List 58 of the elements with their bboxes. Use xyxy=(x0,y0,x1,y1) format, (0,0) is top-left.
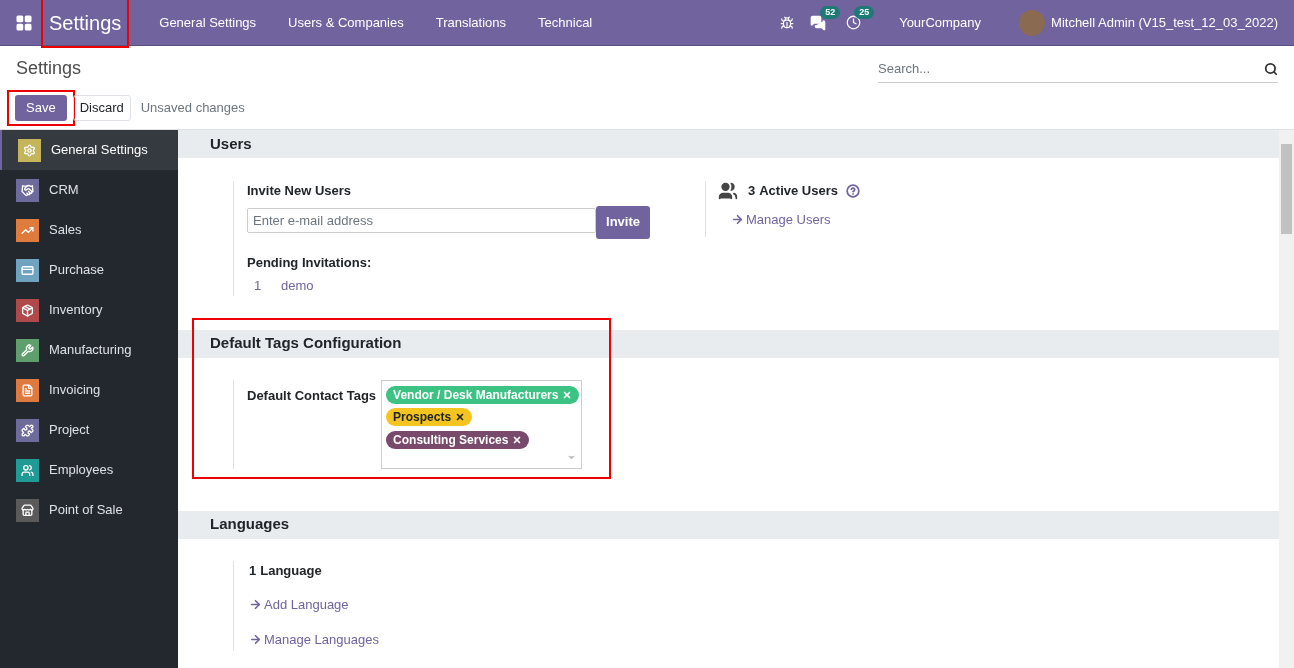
sidebar-item[interactable]: CRM xyxy=(0,170,178,210)
navbar-menu-item[interactable]: Translations xyxy=(419,12,523,33)
search-icon[interactable] xyxy=(1264,62,1278,76)
tag-chip: Vendor / Desk Manufacturers xyxy=(386,385,580,404)
language-label: Language xyxy=(260,561,322,580)
field-label: Pending Invitations: xyxy=(247,253,373,272)
save-button[interactable]: Save xyxy=(15,95,67,121)
invitation-count: 1 xyxy=(254,277,263,295)
search-field[interactable]: Search... xyxy=(878,55,1278,83)
scrollbar[interactable] xyxy=(1279,130,1294,668)
sidebar-item[interactable]: Project xyxy=(0,410,178,450)
arrow-right-icon xyxy=(249,598,262,612)
language-count: 1 xyxy=(249,561,257,580)
activities-count-badge: 25 xyxy=(854,6,875,19)
section-title: Default Tags Configuration xyxy=(210,333,402,354)
section-title: Users xyxy=(210,133,252,154)
language-link[interactable]: Add Language xyxy=(249,595,349,615)
email-input[interactable]: Enter e-mail address xyxy=(247,207,596,233)
manage-users-link[interactable]: Manage Users xyxy=(731,210,860,230)
sidebar-item[interactable]: Inventory xyxy=(0,290,178,330)
arrow-right-icon xyxy=(731,213,744,227)
section-title: Languages xyxy=(210,514,290,535)
sidebar-item[interactable]: Sales xyxy=(0,210,178,250)
navbar-menu-item[interactable]: Technical xyxy=(522,12,609,33)
page-title: Settings xyxy=(16,56,82,80)
sidebar-item[interactable]: Employees xyxy=(0,450,178,490)
arrow-right-icon xyxy=(249,632,262,646)
invite-button[interactable]: Invite xyxy=(596,205,650,239)
messages-icon[interactable] xyxy=(810,14,827,31)
discard-button[interactable]: Discard xyxy=(72,95,131,121)
unsaved-status: Unsaved changes xyxy=(140,99,245,118)
sidebar-item[interactable]: General Settings xyxy=(0,130,178,170)
help-icon[interactable] xyxy=(846,184,860,198)
company-switcher[interactable]: YourCompany xyxy=(899,12,982,33)
tag-chip: Prospects xyxy=(386,408,473,426)
navbar-menu-item[interactable]: Users & Companies xyxy=(272,12,420,33)
language-link[interactable]: Manage Languages xyxy=(249,629,379,649)
active-users-count: 3 xyxy=(748,182,756,201)
remove-tag-icon[interactable] xyxy=(455,412,466,422)
field-label: Default Contact Tags xyxy=(247,386,377,405)
active-users-label: Active Users xyxy=(759,182,838,201)
users-icon xyxy=(718,181,738,201)
sidebar-item[interactable]: Manufacturing xyxy=(0,330,178,370)
tag-chip: Consulting Services xyxy=(386,430,530,449)
sidebar-item[interactable]: Purchase xyxy=(0,250,178,290)
invitation-link[interactable]: demo xyxy=(281,276,314,296)
brand-title[interactable]: Settings xyxy=(49,11,122,34)
user-menu[interactable]: Mitchell Admin (V15_test_12_03_2022) xyxy=(1051,12,1278,33)
field-label: Invite New Users xyxy=(247,182,353,200)
remove-tag-icon[interactable] xyxy=(512,434,523,445)
sidebar-item[interactable]: Point of Sale xyxy=(0,490,178,530)
navbar-menu-item[interactable]: General Settings xyxy=(143,12,273,33)
debug-bug-icon[interactable] xyxy=(780,15,795,30)
sidebar-item[interactable]: Invoicing xyxy=(0,370,178,410)
tags-field[interactable]: Vendor / Desk Manufacturers Prospects Consulting Services xyxy=(381,379,583,469)
apps-menu-icon[interactable] xyxy=(15,13,33,32)
messages-count-badge: 52 xyxy=(820,5,841,19)
activity-clock-icon[interactable] xyxy=(846,15,862,30)
